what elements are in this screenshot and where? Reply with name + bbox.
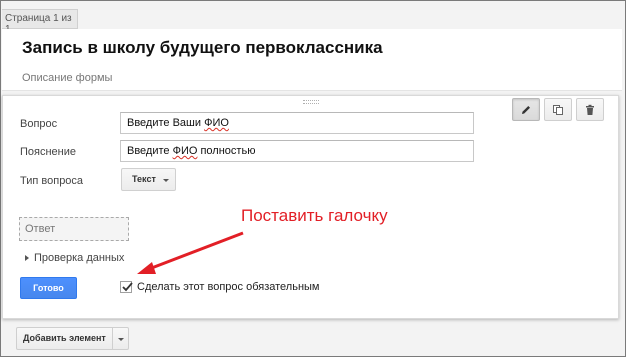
chevron-down-icon <box>117 338 124 341</box>
add-item-control: Добавить элемент <box>16 327 129 350</box>
window-frame: Страница 1 из 1 Запись в школу будущего … <box>0 0 626 357</box>
annotation-arrow-icon <box>137 231 244 274</box>
add-item-dropdown[interactable] <box>112 327 129 350</box>
add-item-button[interactable]: Добавить элемент <box>16 327 113 350</box>
